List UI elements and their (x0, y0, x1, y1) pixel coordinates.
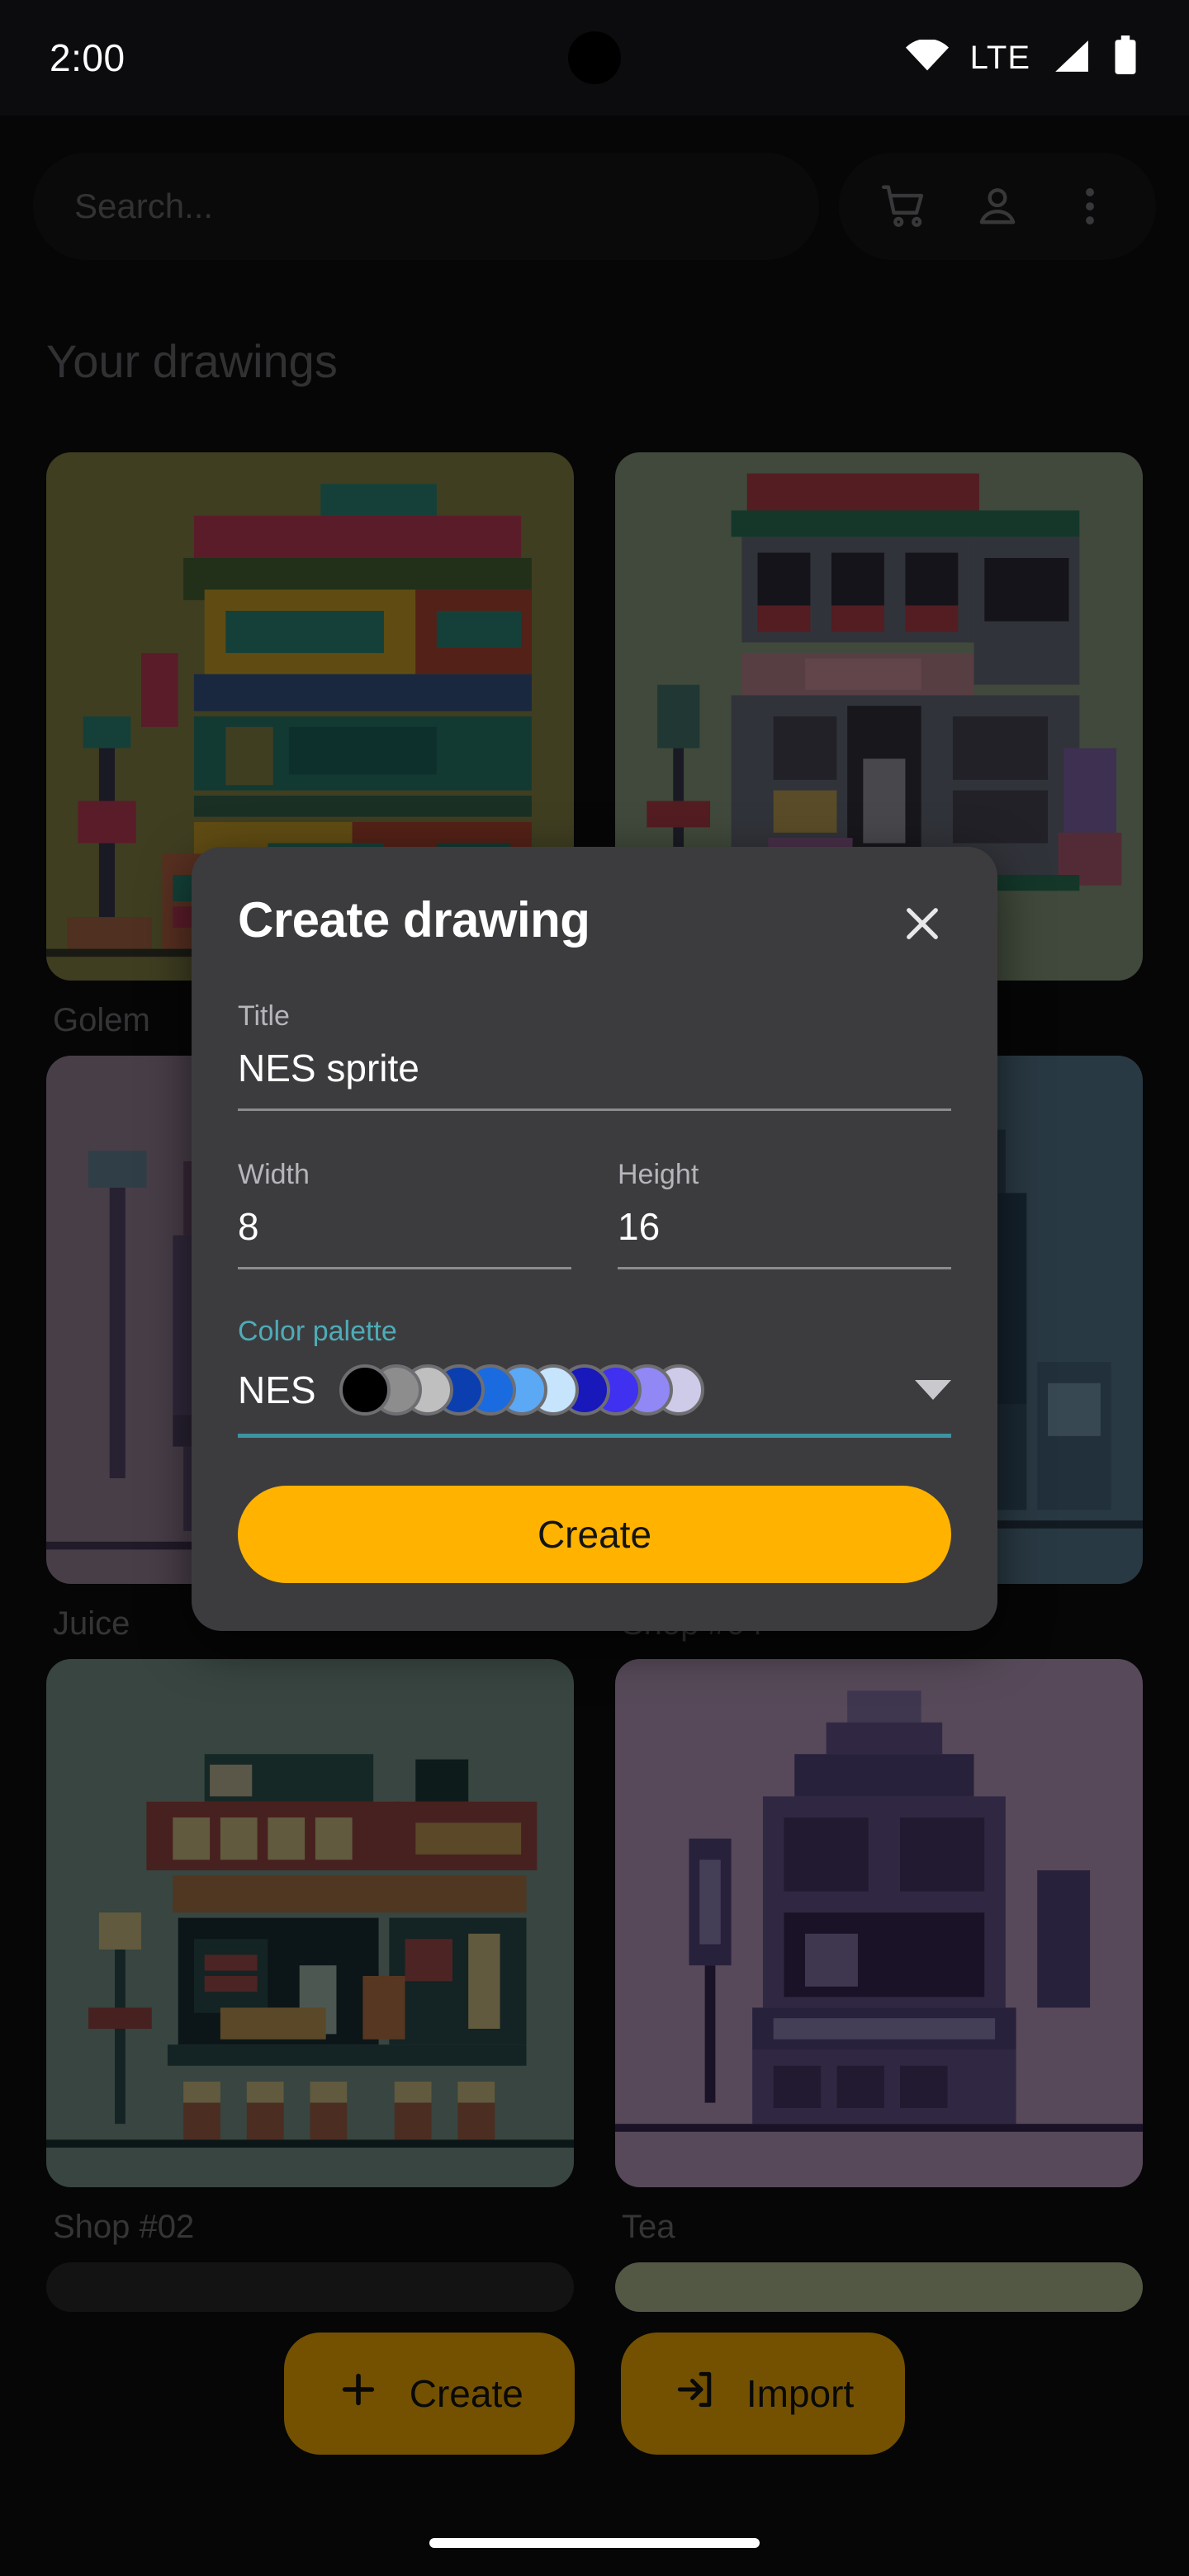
palette-field[interactable]: Color palette NES (238, 1316, 951, 1438)
palette-field-label: Color palette (238, 1316, 397, 1347)
chevron-down-icon[interactable] (915, 1380, 951, 1400)
phone-screen: 2:00 LTE Search... Create drawing Title … (0, 0, 1189, 2576)
palette-field-underline (238, 1434, 951, 1438)
close-icon[interactable] (893, 895, 951, 952)
palette-swatch-strip (339, 1364, 879, 1416)
camera-cutout (568, 31, 621, 84)
title-field-underline (238, 1108, 951, 1111)
height-field-value[interactable]: 16 (618, 1204, 951, 1267)
palette-swatch (339, 1364, 391, 1416)
create-drawing-dialog: Create drawing Title NES sprite Width 8 … (192, 847, 997, 1631)
width-field-value[interactable]: 8 (238, 1204, 571, 1267)
dialog-title: Create drawing (238, 892, 590, 948)
status-clock: 2:00 (50, 36, 126, 79)
title-field-value[interactable]: NES sprite (238, 1046, 951, 1108)
height-field-label: Height (618, 1159, 699, 1190)
width-field-label: Width (238, 1159, 310, 1190)
status-indicators: LTE (905, 35, 1139, 81)
submit-create-button[interactable]: Create (238, 1486, 951, 1583)
width-field-underline (238, 1267, 571, 1269)
width-field[interactable]: Width 8 (238, 1159, 571, 1269)
dialog-header: Create drawing (238, 891, 951, 952)
signal-icon (1052, 38, 1090, 78)
wifi-icon (905, 38, 949, 77)
palette-name-value: NES (238, 1368, 316, 1411)
height-field[interactable]: Height 16 (618, 1159, 951, 1269)
network-type-label: LTE (969, 39, 1030, 76)
palette-selector[interactable]: NES (238, 1364, 951, 1434)
height-field-underline (618, 1267, 951, 1269)
title-field[interactable]: Title NES sprite (238, 1000, 951, 1111)
battery-icon (1111, 35, 1139, 81)
home-indicator (429, 2538, 760, 2548)
dimensions-row: Width 8 Height 16 (238, 1159, 951, 1269)
title-field-label: Title (238, 1000, 290, 1032)
